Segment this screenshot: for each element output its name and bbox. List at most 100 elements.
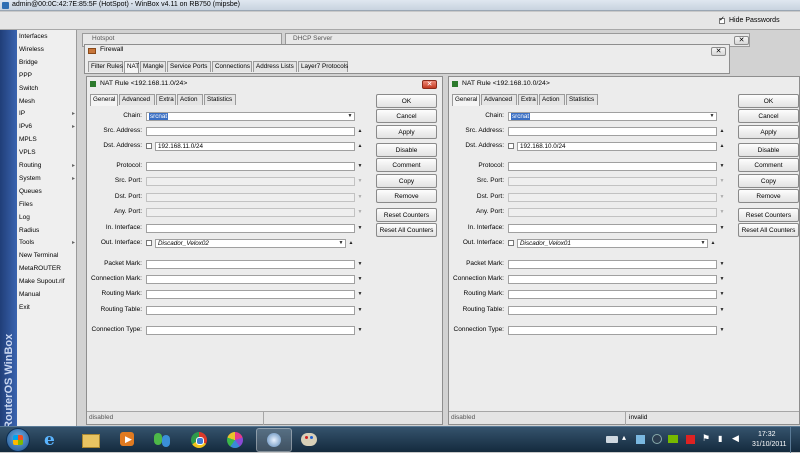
tab-mangle[interactable]: Mangle bbox=[140, 61, 166, 72]
sidebar-item-vpls[interactable]: VPLS bbox=[18, 147, 77, 159]
paint-taskbar-icon[interactable] bbox=[296, 429, 322, 451]
expand-arrow-icon[interactable]: ▼ bbox=[356, 162, 364, 171]
src-port-field[interactable] bbox=[508, 177, 717, 186]
tray-flag-icon[interactable]: ⚑ bbox=[702, 433, 710, 444]
disable-button[interactable]: Disable bbox=[738, 143, 799, 157]
clock-date[interactable]: 31/10/2011 bbox=[752, 441, 787, 448]
winbox-taskbar-icon[interactable] bbox=[256, 428, 292, 452]
comment-button[interactable]: Comment bbox=[376, 158, 437, 172]
reset-counters-button[interactable]: Reset Counters bbox=[376, 208, 437, 222]
sidebar-item-bridge[interactable]: Bridge bbox=[18, 57, 77, 69]
start-button[interactable] bbox=[6, 428, 30, 452]
dhcp-close-button[interactable]: ✕ bbox=[734, 36, 749, 45]
src-address-field[interactable] bbox=[146, 127, 355, 136]
tab-nat[interactable]: NAT bbox=[124, 61, 139, 73]
sidebar-item-mesh[interactable]: Mesh bbox=[18, 96, 77, 108]
chain-field[interactable]: srcnat bbox=[508, 112, 717, 121]
expand-arrow-icon[interactable]: ▼ bbox=[356, 290, 364, 299]
picasa-taskbar-icon[interactable] bbox=[222, 429, 248, 451]
tab-advanced[interactable]: Advanced bbox=[119, 94, 155, 105]
dst-address-not-checkbox[interactable] bbox=[508, 143, 514, 149]
reset-counters-button[interactable]: Reset Counters bbox=[738, 208, 799, 222]
tab-action[interactable]: Action bbox=[177, 94, 203, 105]
dst-address-field[interactable]: 192.168.11.0/24 bbox=[155, 142, 355, 151]
sidebar-item-queues[interactable]: Queues bbox=[18, 186, 77, 198]
sidebar-item-mpls[interactable]: MPLS bbox=[18, 134, 77, 146]
tray-app-icon[interactable] bbox=[652, 434, 662, 444]
in-interface-field[interactable] bbox=[146, 224, 355, 233]
tab-general[interactable]: General bbox=[90, 94, 118, 106]
expand-arrow-icon[interactable]: ▼ bbox=[356, 275, 364, 284]
sidebar-item-interfaces[interactable]: Interfaces bbox=[18, 31, 77, 43]
connection-mark-field[interactable] bbox=[146, 275, 355, 284]
chrome-taskbar-icon[interactable] bbox=[186, 429, 212, 451]
sidebar-item-exit[interactable]: Exit bbox=[18, 302, 77, 314]
tray-expand-icon[interactable]: ▴ bbox=[622, 433, 626, 442]
packet-mark-field[interactable] bbox=[508, 260, 717, 269]
src-port-field[interactable] bbox=[146, 177, 355, 186]
expand-arrow-icon[interactable]: ▼ bbox=[718, 275, 726, 284]
tab-extra[interactable]: Extra bbox=[156, 94, 176, 105]
sidebar-item-manual[interactable]: Manual bbox=[18, 289, 77, 301]
dropdown-arrow-icon[interactable]: ▼ bbox=[708, 112, 716, 121]
copy-button[interactable]: Copy bbox=[738, 174, 799, 188]
tab-connections[interactable]: Connections bbox=[212, 61, 252, 72]
sidebar-item-log[interactable]: Log bbox=[18, 212, 77, 224]
expand-arrow-icon[interactable]: ▼ bbox=[718, 177, 726, 186]
sidebar-item-routing[interactable]: Routing ▸ bbox=[18, 160, 77, 172]
routing-mark-field[interactable] bbox=[508, 290, 717, 299]
cancel-button[interactable]: Cancel bbox=[738, 109, 799, 123]
dst-port-field[interactable] bbox=[508, 193, 717, 202]
tray-av-icon[interactable] bbox=[686, 435, 695, 444]
copy-button[interactable]: Copy bbox=[376, 174, 437, 188]
apply-button[interactable]: Apply bbox=[738, 125, 799, 139]
cancel-button[interactable]: Cancel bbox=[376, 109, 437, 123]
sidebar-item-wireless[interactable]: Wireless bbox=[18, 44, 77, 56]
reset-all-counters-button[interactable]: Reset All Counters bbox=[738, 223, 799, 237]
remove-button[interactable]: Remove bbox=[376, 189, 437, 203]
tab-action[interactable]: Action bbox=[539, 94, 565, 105]
ie-taskbar-icon[interactable]: e bbox=[40, 429, 66, 451]
routing-table-field[interactable] bbox=[508, 306, 717, 315]
expand-arrow-icon[interactable]: ▼ bbox=[356, 193, 364, 202]
dst-address-not-checkbox[interactable] bbox=[146, 143, 152, 149]
expand-arrow-icon[interactable]: ▼ bbox=[356, 208, 364, 217]
expand-arrow-icon[interactable]: ▼ bbox=[718, 260, 726, 269]
sidebar-item-make-supout-rif[interactable]: Make Supout.rif bbox=[18, 276, 77, 288]
connection-mark-field[interactable] bbox=[508, 275, 717, 284]
remove-button[interactable]: Remove bbox=[738, 189, 799, 203]
tab-general[interactable]: General bbox=[452, 94, 480, 106]
dropdown-arrow-icon[interactable]: ▼ bbox=[699, 239, 707, 248]
expand-arrow-icon[interactable]: ▼ bbox=[356, 306, 364, 315]
expand-arrow-icon[interactable]: ▼ bbox=[356, 177, 364, 186]
out-interface-not-checkbox[interactable] bbox=[508, 240, 514, 246]
sidebar-item-system[interactable]: System ▸ bbox=[18, 173, 77, 185]
expand-arrow-icon[interactable]: ▼ bbox=[718, 208, 726, 217]
connection-type-field[interactable] bbox=[508, 326, 717, 335]
connection-type-field[interactable] bbox=[146, 326, 355, 335]
collapse-arrow-icon[interactable]: ▲ bbox=[356, 142, 364, 151]
dropdown-arrow-icon[interactable]: ▼ bbox=[346, 112, 354, 121]
apply-button[interactable]: Apply bbox=[376, 125, 437, 139]
sidebar-item-ip[interactable]: IP ▸ bbox=[18, 108, 77, 120]
reset-all-counters-button[interactable]: Reset All Counters bbox=[376, 223, 437, 237]
ok-button[interactable]: OK bbox=[738, 94, 799, 108]
messenger-taskbar-icon[interactable] bbox=[150, 429, 176, 451]
collapse-arrow-icon[interactable]: ▲ bbox=[347, 239, 355, 248]
dst-port-field[interactable] bbox=[146, 193, 355, 202]
expand-arrow-icon[interactable]: ▼ bbox=[718, 306, 726, 315]
expand-arrow-icon[interactable]: ▼ bbox=[718, 290, 726, 299]
clock-time[interactable]: 17:32 bbox=[758, 431, 776, 438]
firewall-close-button[interactable]: ✕ bbox=[711, 47, 726, 56]
expand-arrow-icon[interactable]: ▼ bbox=[718, 193, 726, 202]
out-interface-not-checkbox[interactable] bbox=[146, 240, 152, 246]
expand-arrow-icon[interactable]: ▼ bbox=[718, 162, 726, 171]
nat-left-close-button[interactable]: ✕ bbox=[422, 80, 437, 89]
expand-arrow-icon[interactable]: ▼ bbox=[356, 224, 364, 233]
out-interface-field[interactable]: Discador_Velox01 bbox=[517, 239, 708, 248]
collapse-arrow-icon[interactable]: ▲ bbox=[709, 239, 717, 248]
tab-layer7-protocols[interactable]: Layer7 Protocols bbox=[298, 61, 348, 72]
ok-button[interactable]: OK bbox=[376, 94, 437, 108]
dropdown-arrow-icon[interactable]: ▼ bbox=[337, 239, 345, 248]
tray-nvidia-icon[interactable] bbox=[668, 435, 678, 443]
